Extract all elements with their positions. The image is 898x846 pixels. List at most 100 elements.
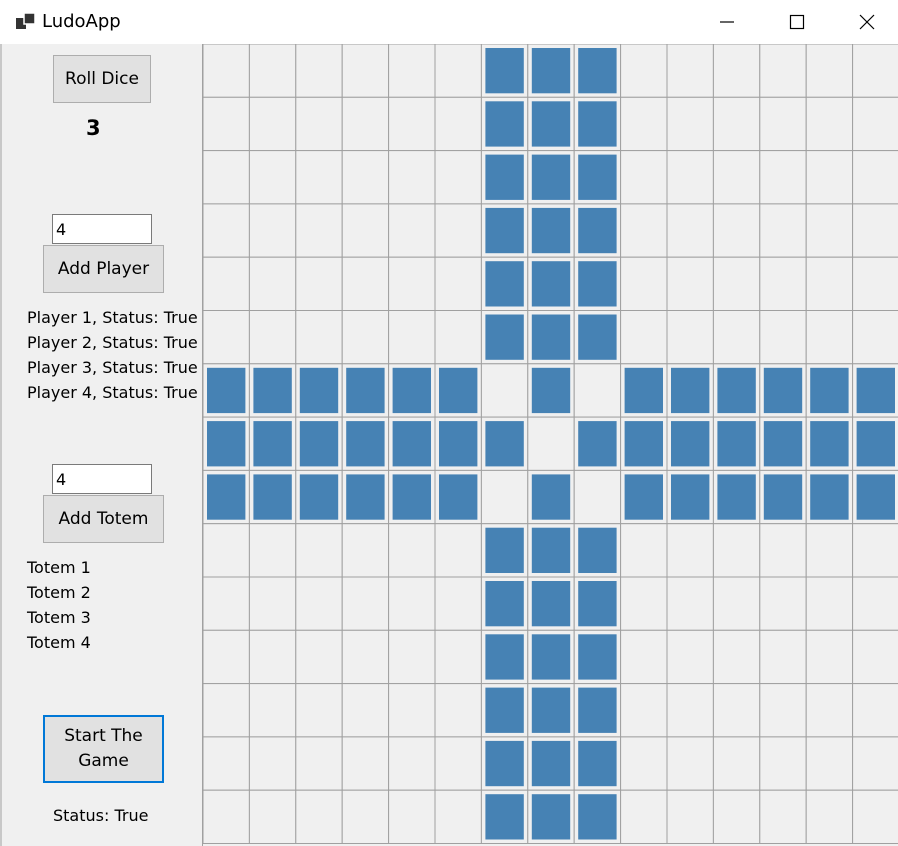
- board-path-tile[interactable]: [578, 687, 617, 733]
- board-cell[interactable]: [434, 150, 482, 205]
- board-cell[interactable]: [248, 789, 297, 845]
- board-cell[interactable]: [852, 683, 898, 738]
- board-cell[interactable]: [388, 683, 436, 738]
- board-path-tile[interactable]: [763, 421, 803, 467]
- board-path-tile[interactable]: [207, 474, 246, 520]
- board-path-tile[interactable]: [485, 314, 524, 360]
- board-cell[interactable]: [295, 256, 343, 311]
- board-cell[interactable]: [434, 789, 482, 845]
- board-cell[interactable]: [805, 310, 854, 365]
- board-cell[interactable]: [295, 96, 343, 152]
- board-cell[interactable]: [341, 310, 390, 365]
- board-cell[interactable]: [248, 256, 297, 311]
- board-cell[interactable]: [759, 256, 807, 311]
- board-cell[interactable]: [759, 150, 807, 205]
- board-cell[interactable]: [295, 629, 343, 685]
- board-cell[interactable]: [712, 683, 761, 738]
- board-cell[interactable]: [805, 789, 854, 845]
- board-cell[interactable]: [295, 736, 343, 791]
- board-cell[interactable]: [666, 736, 714, 791]
- board-path-tile[interactable]: [531, 474, 571, 520]
- board-cell[interactable]: [341, 256, 390, 311]
- board-cell[interactable]: [341, 150, 390, 205]
- maximize-button[interactable]: [762, 0, 832, 44]
- board-path-tile[interactable]: [763, 474, 803, 520]
- board-path-tile[interactable]: [439, 421, 478, 467]
- board-cell[interactable]: [434, 576, 482, 631]
- board-cell[interactable]: [248, 150, 297, 205]
- board-cell[interactable]: [203, 629, 250, 685]
- board-path-tile[interactable]: [763, 367, 803, 414]
- board-cell[interactable]: [852, 789, 898, 845]
- board-path-tile[interactable]: [624, 367, 663, 414]
- board-cell[interactable]: [666, 789, 714, 845]
- board-cell[interactable]: [759, 576, 807, 631]
- board-path-tile[interactable]: [671, 474, 710, 520]
- board-cell[interactable]: [248, 310, 297, 365]
- board-path-tile[interactable]: [717, 474, 756, 520]
- board-cell[interactable]: [295, 44, 343, 98]
- board-cell[interactable]: [388, 256, 436, 311]
- board-path-tile[interactable]: [578, 101, 617, 147]
- board-path-tile[interactable]: [253, 421, 292, 467]
- board-cell[interactable]: [434, 256, 482, 311]
- board-cell[interactable]: [620, 683, 668, 738]
- board-cell[interactable]: [805, 523, 854, 578]
- board-path-tile[interactable]: [346, 474, 385, 520]
- board-path-tile[interactable]: [578, 527, 617, 573]
- board-path-tile[interactable]: [578, 794, 617, 840]
- board-cell[interactable]: [666, 523, 714, 578]
- board-cell[interactable]: [805, 683, 854, 738]
- add-player-button[interactable]: Add Player: [43, 245, 164, 293]
- board-cell[interactable]: [203, 203, 250, 258]
- board-path-tile[interactable]: [578, 421, 617, 467]
- board-cell[interactable]: [712, 629, 761, 685]
- board-cell[interactable]: [341, 203, 390, 258]
- board-path-tile[interactable]: [810, 474, 849, 520]
- board-path-tile[interactable]: [531, 367, 571, 414]
- board-cell[interactable]: [805, 256, 854, 311]
- board-cell[interactable]: [480, 363, 529, 418]
- board-path-tile[interactable]: [392, 421, 431, 467]
- board-cell[interactable]: [759, 629, 807, 685]
- totem-count-input[interactable]: [52, 464, 152, 494]
- board-cell[interactable]: [712, 203, 761, 258]
- board-path-tile[interactable]: [485, 740, 524, 787]
- board-cell[interactable]: [852, 44, 898, 98]
- board-path-tile[interactable]: [485, 101, 524, 147]
- board-path-tile[interactable]: [392, 367, 431, 414]
- board-cell[interactable]: [295, 523, 343, 578]
- board-cell[interactable]: [203, 576, 250, 631]
- board-path-tile[interactable]: [299, 474, 339, 520]
- board-path-tile[interactable]: [624, 474, 663, 520]
- board-path-tile[interactable]: [578, 261, 617, 307]
- board-cell[interactable]: [388, 523, 436, 578]
- board-path-tile[interactable]: [485, 154, 524, 200]
- board-path-tile[interactable]: [810, 367, 849, 414]
- board-cell[interactable]: [666, 629, 714, 685]
- board-cell[interactable]: [295, 203, 343, 258]
- board-cell[interactable]: [388, 96, 436, 152]
- board-cell[interactable]: [852, 203, 898, 258]
- board-cell[interactable]: [573, 469, 622, 525]
- minimize-button[interactable]: [692, 0, 762, 44]
- board-cell[interactable]: [248, 683, 297, 738]
- board-cell[interactable]: [434, 683, 482, 738]
- board-path-tile[interactable]: [810, 421, 849, 467]
- roll-dice-button[interactable]: Roll Dice: [53, 55, 151, 103]
- board-cell[interactable]: [388, 789, 436, 845]
- board-path-tile[interactable]: [531, 687, 571, 733]
- board-cell[interactable]: [759, 523, 807, 578]
- board-cell[interactable]: [805, 629, 854, 685]
- board-path-tile[interactable]: [531, 207, 571, 254]
- board-cell[interactable]: [248, 44, 297, 98]
- board-path-tile[interactable]: [671, 367, 710, 414]
- board-cell[interactable]: [527, 416, 575, 471]
- board-path-tile[interactable]: [717, 421, 756, 467]
- board-cell[interactable]: [341, 523, 390, 578]
- board-path-tile[interactable]: [485, 687, 524, 733]
- board-cell[interactable]: [388, 576, 436, 631]
- board-path-tile[interactable]: [578, 207, 617, 254]
- board-cell[interactable]: [203, 256, 250, 311]
- board-path-tile[interactable]: [439, 474, 478, 520]
